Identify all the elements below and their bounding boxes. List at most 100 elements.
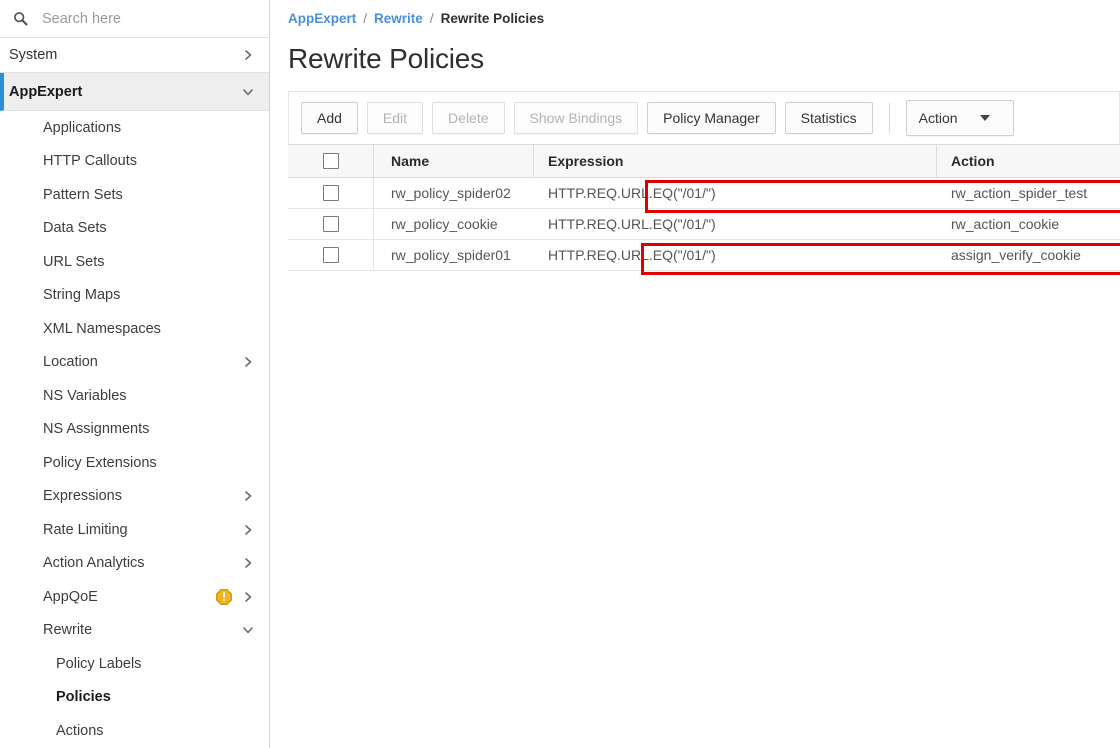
row-checkbox[interactable]: [322, 185, 339, 201]
no-chevron: [241, 288, 255, 302]
action-dropdown[interactable]: Action: [905, 100, 1014, 136]
table-body: rw_policy_spider02 HTTP.REQ.URL.EQ("/01/"…: [288, 178, 1120, 271]
sidebar-item-actions[interactable]: Actions: [0, 714, 269, 748]
cell-expression: HTTP.REQ.URL.EQ("/01/"): [548, 247, 716, 263]
warning-icon: [215, 588, 232, 605]
search-icon: [12, 11, 28, 27]
row-select-cell: [288, 240, 374, 270]
chevron-right-icon: [241, 355, 255, 369]
sidebar-item-string-maps[interactable]: String Maps: [0, 279, 269, 313]
chevron-right-icon: [241, 556, 255, 570]
no-chevron: [241, 456, 255, 470]
rewrite-policies-table: Name Expression Action rw_policy_spider0…: [288, 144, 1120, 271]
sidebar-top-sections: System AppExpert: [0, 38, 269, 111]
breadcrumb-separator: /: [429, 11, 434, 26]
toolbar-button-group: Add Edit Delete Show Bindings Policy Manager…: [301, 102, 873, 134]
breadcrumb-item-current: Rewrite Policies: [440, 11, 545, 26]
column-header-action[interactable]: Action: [937, 145, 1120, 177]
sidebar-item-action-analytics[interactable]: Action Analytics: [0, 547, 269, 581]
sidebar-item-policies[interactable]: Policies: [0, 681, 269, 715]
sidebar-item-label: Data Sets: [43, 220, 107, 237]
sidebar-item-policy-labels[interactable]: Policy Labels: [0, 647, 269, 681]
table-row[interactable]: rw_policy_spider02 HTTP.REQ.URL.EQ("/01/"…: [288, 178, 1120, 209]
sidebar-item-label: Policies: [56, 689, 111, 706]
toolbar-divider: [888, 103, 890, 133]
cell-expression: HTTP.REQ.URL.EQ("/01/"): [548, 185, 716, 201]
sidebar-search-row: [0, 0, 269, 38]
cell-action: rw_action_cookie: [951, 216, 1060, 232]
sidebar-item-data-sets[interactable]: Data Sets: [0, 212, 269, 246]
add-button[interactable]: Add: [301, 102, 358, 134]
no-chevron: [241, 422, 255, 436]
sidebar-item-label: URL Sets: [43, 253, 105, 270]
breadcrumb-separator: /: [363, 11, 368, 26]
sidebar-item-label: XML Namespaces: [43, 320, 161, 337]
chevron-right-icon: [241, 48, 255, 62]
sidebar-item-location[interactable]: Location: [0, 346, 269, 380]
netscaler-admin-ui: System AppExpert Applications HTTP Callout…: [0, 0, 1120, 748]
show-bindings-button: Show Bindings: [513, 102, 639, 134]
row-checkbox[interactable]: [322, 216, 339, 232]
row-select-cell: [288, 178, 374, 208]
sidebar-item-policy-extensions[interactable]: Policy Extensions: [0, 446, 269, 480]
sidebar-item-rate-limiting[interactable]: Rate Limiting: [0, 513, 269, 547]
sidebar-item-label: Actions: [56, 722, 104, 739]
chevron-down-icon: [241, 623, 255, 637]
chevron-right-icon: [241, 489, 255, 503]
breadcrumb: AppExpert / Rewrite / Rewrite Policies: [270, 0, 1120, 26]
table-row[interactable]: rw_policy_spider01 HTTP.REQ.URL.EQ("/01/"…: [288, 240, 1120, 271]
sidebar-item-label: NS Assignments: [43, 421, 150, 438]
sidebar-section-label: System: [9, 47, 58, 63]
no-chevron: [241, 188, 255, 202]
select-all-cell: [288, 145, 374, 177]
sidebar-item-label: Policy Labels: [56, 655, 142, 672]
delete-button: Delete: [432, 102, 505, 134]
sidebar-section-label: AppExpert: [9, 83, 83, 100]
no-chevron: [241, 322, 255, 336]
column-header-name[interactable]: Name: [374, 145, 534, 177]
breadcrumb-item-appexpert[interactable]: AppExpert: [288, 11, 356, 26]
sidebar-item-label: Policy Extensions: [43, 454, 157, 471]
toolbar: Add Edit Delete Show Bindings Policy Manager…: [288, 91, 1120, 144]
table-row[interactable]: rw_policy_cookie HTTP.REQ.URL.EQ("/01/") r…: [288, 209, 1120, 240]
sidebar-item-url-sets[interactable]: URL Sets: [0, 245, 269, 279]
sidebar-nav-items: Applications HTTP Callouts Pattern Sets Dat…: [0, 111, 269, 748]
chevron-down-icon: [979, 115, 990, 121]
no-chevron: [241, 221, 255, 235]
sidebar-section-system[interactable]: System: [0, 38, 269, 73]
column-header-expression[interactable]: Expression: [534, 145, 937, 177]
sidebar-item-rewrite[interactable]: Rewrite: [0, 614, 269, 648]
statistics-button[interactable]: Statistics: [784, 102, 873, 134]
table-header-row: Name Expression Action: [288, 145, 1120, 178]
no-chevron: [241, 690, 255, 704]
sidebar-section-appexpert[interactable]: AppExpert: [0, 73, 269, 111]
sidebar-item-http-callouts[interactable]: HTTP Callouts: [0, 145, 269, 179]
sidebar-item-label: Action Analytics: [43, 555, 145, 572]
sidebar-item-expressions[interactable]: Expressions: [0, 480, 269, 514]
sidebar-item-xml-namespaces[interactable]: XML Namespaces: [0, 312, 269, 346]
cell-name: rw_policy_cookie: [391, 216, 498, 232]
sidebar-item-applications[interactable]: Applications: [0, 111, 269, 145]
sidebar-item-ns-assignments[interactable]: NS Assignments: [0, 413, 269, 447]
no-chevron: [241, 154, 255, 168]
breadcrumb-item-rewrite[interactable]: Rewrite: [374, 11, 423, 26]
row-checkbox[interactable]: [322, 247, 339, 263]
no-chevron: [241, 389, 255, 403]
chevron-right-icon: [241, 523, 255, 537]
sidebar-item-label: HTTP Callouts: [43, 153, 138, 170]
cell-name: rw_policy_spider01: [391, 247, 511, 263]
edit-button: Edit: [366, 102, 424, 134]
sidebar: System AppExpert Applications HTTP Callout…: [0, 0, 270, 748]
search-input[interactable]: [42, 10, 242, 27]
cell-expression: HTTP.REQ.URL.EQ("/01/"): [548, 216, 716, 232]
row-select-cell: [288, 209, 374, 239]
sidebar-item-label: Location: [43, 354, 98, 371]
sidebar-item-appqoe[interactable]: AppQoE: [0, 580, 269, 614]
action-dropdown-label: Action: [918, 110, 958, 126]
no-chevron: [241, 724, 255, 738]
sidebar-item-pattern-sets[interactable]: Pattern Sets: [0, 178, 269, 212]
policy-manager-button[interactable]: Policy Manager: [647, 102, 776, 134]
page-title: Rewrite Policies: [288, 43, 484, 74]
sidebar-item-ns-variables[interactable]: NS Variables: [0, 379, 269, 413]
select-all-checkbox[interactable]: [322, 153, 339, 169]
